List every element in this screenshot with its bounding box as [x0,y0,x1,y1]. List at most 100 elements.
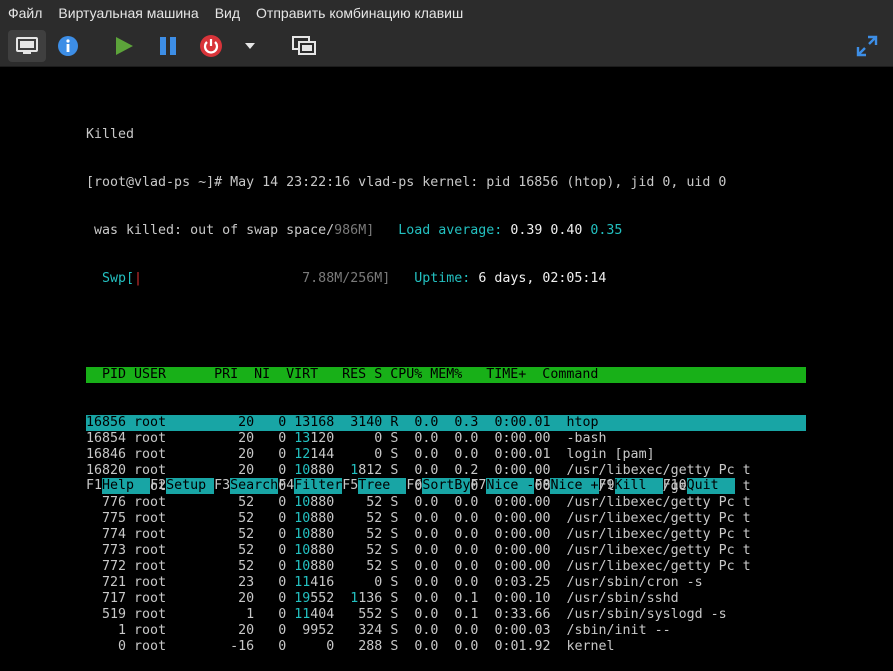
virt-high-digits: 11 [294,607,311,622]
res-cell: 3140 [350,415,383,430]
process-row[interactable]: 775 root 52 0 10880 52 S 0.0 0.0 0:00.00… [86,511,806,527]
process-row[interactable]: 16820 root 20 0 10880 1812 S 0.0 0.2 0:0… [86,463,806,479]
cpu-cell: 0.0 [414,463,439,478]
pid-cell: 16820 [86,463,127,478]
power-button[interactable] [195,30,227,62]
pri-cell: 52 [238,543,255,558]
fkey-label[interactable]: SortBy [422,478,471,494]
process-row[interactable]: 721 root 23 0 11416 0 S 0.0 0.0 0:03.25 … [86,575,806,591]
load-1: 0.39 [510,223,543,238]
swap-bar: | [134,271,143,286]
fkey-f2[interactable]: F2 [150,478,166,494]
mem-cell: 0.0 [454,511,479,526]
process-row[interactable]: 16846 root 20 0 12144 0 S 0.0 0.0 0:00.0… [86,447,806,463]
process-row[interactable]: 519 root 1 0 11404 552 S 0.0 0.1 0:33.66… [86,607,806,623]
pri-cell: 52 [238,559,255,574]
time-cell: 0:00.00 [494,463,551,478]
time-cell: 0:00.10 [494,591,551,606]
time-cell: 0:00.01 [494,447,551,462]
fkey-label[interactable]: Kill [614,478,663,494]
mem-cell: 0.0 [454,431,479,446]
user-cell: root [134,575,167,590]
pause-button[interactable] [152,30,184,62]
fullscreen-button[interactable] [851,30,883,62]
process-table-header[interactable]: PID USER PRI NI VIRT RES S CPU% MEM% TIM… [86,367,806,383]
virt-high-digits: 19 [294,591,311,606]
fkey-f10[interactable]: F10 [663,478,687,494]
user-cell: root [134,623,167,638]
user-cell: root [134,463,167,478]
process-row[interactable]: 16856 root 20 0 13168 3140 R 0.0 0.3 0:0… [86,415,806,431]
run-button[interactable] [108,30,140,62]
ni-cell: 0 [278,431,287,446]
process-row[interactable]: 16854 root 20 0 13120 0 S 0.0 0.0 0:00.0… [86,431,806,447]
menu-view[interactable]: Вид [207,0,248,26]
time-cell: 0:33.66 [494,607,551,622]
power-menu-button[interactable] [236,30,264,62]
ni-cell: 0 [278,559,287,574]
terminal-line: Swp[| 7.88M/256M] Uptime: 6 days, 02:05:… [86,271,806,287]
fkey-f7[interactable]: F7 [470,478,486,494]
user-cell: root [134,607,167,622]
toolbar [0,26,893,67]
function-key-bar: F1 Help F2 Setup F3 Search F4 Filter F5 Tree F6… [86,478,735,494]
time-cell: 0:00.00 [494,495,551,510]
virt-cell: 880 [310,463,335,478]
fkey-label[interactable]: Filter [294,478,343,494]
mem-cell: 0.2 [454,463,479,478]
state-cell: S [390,575,399,590]
console-button[interactable] [8,30,46,62]
time-cell: 0:00.00 [494,559,551,574]
virt-high-digits: 10 [294,511,311,526]
menu-file[interactable]: Файл [0,0,50,26]
fkey-f8[interactable]: F8 [534,478,550,494]
fkey-f1[interactable]: F1 [86,478,102,494]
process-row[interactable]: 772 root 52 0 10880 52 S 0.0 0.0 0:00.00… [86,559,806,575]
fkey-label[interactable]: Tree [358,478,407,494]
process-row[interactable]: 1 root 20 0 9952 324 S 0.0 0.0 0:00.03 /… [86,623,806,639]
ni-cell: 0 [278,415,287,430]
process-row[interactable]: 776 root 52 0 10880 52 S 0.0 0.0 0:00.00… [86,495,806,511]
mem-cell: 0.0 [454,623,479,638]
pid-cell: 16856 [86,415,127,430]
pri-cell: 52 [238,511,255,526]
fkey-f4[interactable]: F4 [278,478,294,494]
state-cell: S [390,623,399,638]
fkey-label[interactable]: Quit [686,478,735,494]
command-cell: /usr/libexec/getty Pc t [566,495,751,510]
load-5: 0.40 [550,223,583,238]
menu-virtual-machine[interactable]: Виртуальная машина [50,0,206,26]
process-row[interactable]: 717 root 20 0 19552 1136 S 0.0 0.1 0:00.… [86,591,806,607]
command-cell: /usr/sbin/sshd [566,591,679,606]
user-cell: root [134,495,167,510]
screenshot-button[interactable] [288,30,320,62]
fkey-label[interactable]: Nice - [486,478,535,494]
virt-high-digits: 11 [294,575,311,590]
cpu-cell: 0.0 [414,623,439,638]
fkey-f6[interactable]: F6 [406,478,422,494]
ni-cell: 0 [278,447,287,462]
fkey-label[interactable]: Setup [166,478,215,494]
menu-send-key[interactable]: Отправить комбинацию клавиш [248,0,471,26]
fkey-label[interactable]: Help [102,478,151,494]
virt-cell: 404 [310,607,335,622]
process-row[interactable]: 774 root 52 0 10880 52 S 0.0 0.0 0:00.00… [86,527,806,543]
fkey-f5[interactable]: F5 [342,478,358,494]
command-cell: /usr/libexec/getty Pc t [566,527,751,542]
fkey-label[interactable]: Nice + [550,478,599,494]
fkey-f9[interactable]: F9 [599,478,615,494]
info-button[interactable] [52,30,84,62]
process-row[interactable]: 0 root -16 0 0 288 S 0.0 0.0 0:01.92 ker… [86,639,806,655]
command-cell: kernel [566,639,615,654]
state-cell: S [390,527,399,542]
virt-cell: 880 [310,543,335,558]
screenshot-icon [292,36,316,55]
ni-cell: 0 [278,527,287,542]
fkey-f3[interactable]: F3 [214,478,230,494]
time-cell: 0:01.92 [494,639,551,654]
cpu-cell: 0.0 [414,575,439,590]
virt-cell: 168 [310,415,335,430]
process-row[interactable]: 773 root 52 0 10880 52 S 0.0 0.0 0:00.00… [86,543,806,559]
user-cell: root [134,559,167,574]
fkey-label[interactable]: Search [230,478,279,494]
